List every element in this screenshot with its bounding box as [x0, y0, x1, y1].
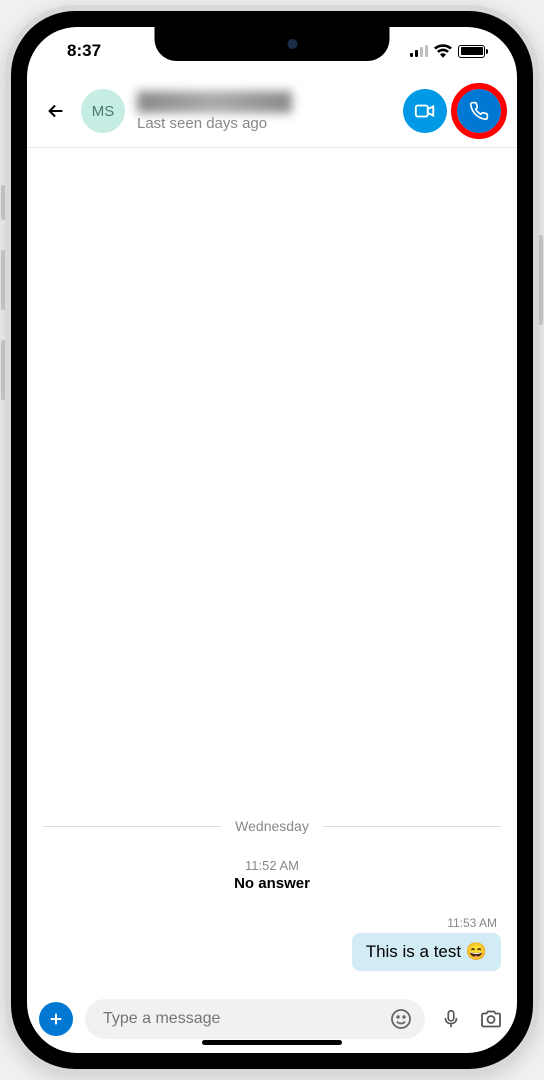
message-row-sent: 11:53 AM This is a test 😄 — [43, 916, 501, 971]
phone-screen: 8:37 — [27, 27, 517, 1053]
system-message: 11:52 AM No answer — [43, 858, 501, 892]
status-time: 8:37 — [55, 41, 101, 61]
wifi-icon — [434, 44, 452, 58]
contact-name — [137, 91, 292, 113]
chat-body[interactable]: Wednesday 11:52 AM No answer 11:53 AM Th… — [27, 148, 517, 989]
video-call-button[interactable] — [403, 89, 447, 133]
home-indicator[interactable] — [202, 1040, 342, 1045]
message-bubble[interactable]: This is a test 😄 — [352, 933, 501, 971]
contact-info[interactable]: Last seen days ago — [137, 91, 391, 132]
add-attachment-button[interactable] — [39, 1002, 73, 1036]
contact-status: Last seen days ago — [137, 115, 391, 132]
message-input[interactable] — [103, 1010, 387, 1028]
date-divider-label: Wednesday — [235, 818, 309, 834]
cellular-signal-icon — [410, 45, 428, 57]
audio-call-button[interactable] — [457, 89, 501, 133]
system-message-text: No answer — [43, 875, 501, 892]
message-time: 11:53 AM — [447, 916, 501, 930]
battery-icon — [458, 45, 485, 58]
phone-frame: 8:37 — [5, 5, 539, 1075]
date-divider: Wednesday — [43, 818, 501, 834]
phone-notch — [155, 27, 390, 61]
contact-avatar[interactable]: MS — [81, 89, 125, 133]
message-input-container[interactable] — [85, 999, 425, 1039]
back-button[interactable] — [43, 98, 69, 124]
camera-button[interactable] — [477, 1005, 505, 1033]
chat-header: MS Last seen days ago — [27, 75, 517, 148]
system-message-time: 11:52 AM — [43, 858, 501, 873]
emoji-button[interactable] — [387, 1005, 415, 1033]
voice-message-button[interactable] — [437, 1005, 465, 1033]
